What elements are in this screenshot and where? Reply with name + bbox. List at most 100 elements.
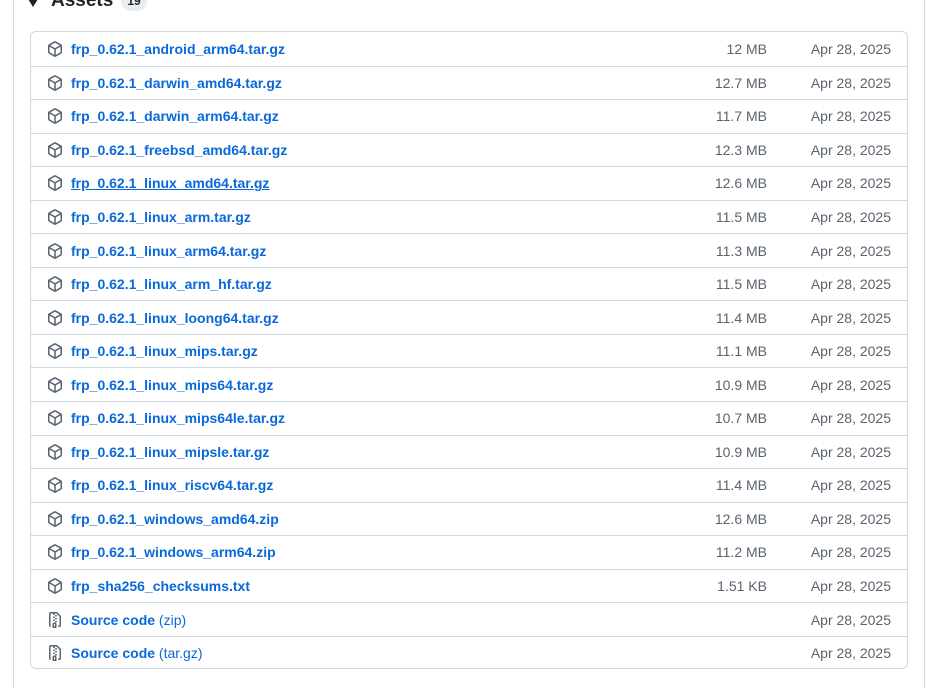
asset-row: Source code (zip) Apr 28, 2025 xyxy=(31,602,907,636)
package-icon xyxy=(47,142,63,158)
asset-name: frp_0.62.1_android_arm64.tar.gz xyxy=(71,40,285,57)
asset-date: Apr 28, 2025 xyxy=(810,343,891,360)
asset-name: frp_0.62.1_windows_arm64.zip xyxy=(71,544,276,561)
asset-size: 11.2 MB xyxy=(715,544,767,561)
asset-size: 12.6 MB xyxy=(714,510,767,527)
asset-date: Apr 28, 2025 xyxy=(810,645,891,662)
asset-date: Apr 28, 2025 xyxy=(810,108,891,125)
assets-header[interactable]: Assets 19 xyxy=(28,0,147,14)
asset-name: frp_0.62.1_windows_amd64.zip xyxy=(71,510,279,527)
package-icon xyxy=(47,544,63,561)
asset-name: Source code xyxy=(71,645,156,662)
package-icon xyxy=(47,74,63,91)
asset-size: 11.3 MB xyxy=(715,242,767,259)
asset-row: frp_0.62.1_android_arm64.tar.gz 12 MB Apr … xyxy=(31,32,907,66)
asset-size: 10.9 MB xyxy=(714,376,767,393)
asset-date: Apr 28, 2025 xyxy=(810,477,891,494)
asset-link[interactable]: frp_0.62.1_linux_mips.tar.gz xyxy=(71,343,258,359)
package-icon xyxy=(47,477,63,494)
asset-date: Apr 28, 2025 xyxy=(810,410,891,427)
asset-name: frp_0.62.1_linux_loong64.tar.gz xyxy=(71,309,279,326)
asset-size: 11.4 MB xyxy=(715,477,767,494)
asset-row: frp_0.62.1_linux_amd64.tar.gz 12.6 MB Apr … xyxy=(31,166,907,200)
asset-link[interactable]: frp_0.62.1_android_arm64.tar.gz xyxy=(71,41,285,57)
asset-date: Apr 28, 2025 xyxy=(810,544,891,561)
package-icon xyxy=(47,343,63,360)
asset-size: 10.7 MB xyxy=(714,410,767,427)
package-icon xyxy=(47,242,63,259)
asset-row: frp_0.62.1_linux_arm.tar.gz 11.5 MB Apr 28… xyxy=(31,199,907,234)
asset-link[interactable]: frp_0.62.1_linux_mips64le.tar.gz xyxy=(71,410,285,426)
asset-row: frp_0.62.1_windows_amd64.zip 12.6 MB Apr 2… xyxy=(31,501,907,536)
asset-row: frp_0.62.1_linux_mipsle.tar.gz 10.9 MB Apr… xyxy=(31,434,907,469)
asset-date: Apr 28, 2025 xyxy=(810,578,891,595)
asset-name: frp_0.62.1_darwin_arm64.tar.gz xyxy=(71,108,279,125)
package-icon xyxy=(47,108,63,125)
asset-date: Apr 28, 2025 xyxy=(810,443,891,460)
asset-date: Apr 28, 2025 xyxy=(810,611,891,628)
asset-link[interactable]: frp_0.62.1_linux_arm64.tar.gz xyxy=(71,243,266,259)
asset-link[interactable]: frp_0.62.1_linux_amd64.tar.gz xyxy=(71,175,269,191)
asset-name: frp_0.62.1_darwin_amd64.tar.gz xyxy=(71,74,282,91)
asset-size: 11.7 MB xyxy=(715,108,767,125)
asset-row: frp_0.62.1_darwin_arm64.tar.gz 11.7 MB Apr… xyxy=(31,99,907,133)
asset-name: frp_sha256_checksums.txt xyxy=(71,578,250,595)
asset-name: frp_0.62.1_linux_arm_hf.tar.gz xyxy=(71,276,272,293)
asset-format: (tar.gz) xyxy=(155,645,203,662)
caret-down-icon[interactable] xyxy=(28,0,38,7)
asset-size: 12 MB xyxy=(726,40,767,57)
asset-link[interactable]: frp_0.62.1_linux_mipsle.tar.gz xyxy=(71,444,269,460)
asset-link[interactable]: frp_0.62.1_linux_arm.tar.gz xyxy=(71,209,251,225)
asset-date: Apr 28, 2025 xyxy=(810,276,891,293)
asset-date: Apr 28, 2025 xyxy=(810,510,891,527)
asset-date: Apr 28, 2025 xyxy=(810,40,891,57)
asset-name: frp_0.62.1_linux_arm.tar.gz xyxy=(71,209,251,225)
asset-format: (zip) xyxy=(155,611,187,628)
asset-link[interactable]: frp_0.62.1_linux_mips64.tar.gz xyxy=(71,377,273,393)
asset-name: Source code xyxy=(71,611,156,628)
file-zip-icon xyxy=(47,611,63,628)
asset-size: 11.1 MB xyxy=(715,343,767,360)
assets-count-badge: 19 xyxy=(121,0,147,11)
asset-link[interactable]: frp_0.62.1_linux_arm_hf.tar.gz xyxy=(71,276,272,292)
asset-date: Apr 28, 2025 xyxy=(810,141,891,158)
package-icon xyxy=(47,410,63,427)
asset-name: frp_0.62.1_freebsd_amd64.tar.gz xyxy=(71,141,288,158)
asset-row: frp_0.62.1_freebsd_amd64.tar.gz 12.3 MB Ap… xyxy=(31,132,907,167)
asset-link[interactable]: frp_0.62.1_windows_arm64.zip xyxy=(71,544,276,560)
asset-row: frp_0.62.1_linux_mips64.tar.gz 10.9 MB Apr… xyxy=(31,367,907,401)
asset-size: 10.9 MB xyxy=(714,443,767,460)
package-icon xyxy=(47,376,63,393)
file-zip-icon xyxy=(47,645,63,662)
asset-link[interactable]: frp_0.62.1_linux_loong64.tar.gz xyxy=(71,310,279,326)
package-icon xyxy=(47,443,63,460)
asset-date: Apr 28, 2025 xyxy=(810,376,891,393)
asset-size: 1.51 KB xyxy=(717,578,767,595)
asset-date: Apr 28, 2025 xyxy=(810,209,891,225)
asset-date: Apr 28, 2025 xyxy=(810,242,891,259)
asset-row: frp_0.62.1_linux_arm64.tar.gz 11.3 MB Apr … xyxy=(31,233,907,267)
package-icon xyxy=(47,309,63,326)
asset-link[interactable]: frp_0.62.1_windows_amd64.zip xyxy=(71,511,279,527)
package-icon xyxy=(47,209,63,225)
asset-size: 11.4 MB xyxy=(715,309,767,326)
asset-link[interactable]: frp_0.62.1_linux_riscv64.tar.gz xyxy=(71,477,273,493)
asset-link[interactable]: frp_0.62.1_darwin_amd64.tar.gz xyxy=(71,75,282,91)
asset-row: frp_0.62.1_linux_mips.tar.gz 11.1 MB Apr 2… xyxy=(31,333,907,368)
asset-row: frp_0.62.1_linux_riscv64.tar.gz 11.4 MB Ap… xyxy=(31,468,907,502)
asset-date: Apr 28, 2025 xyxy=(810,175,891,192)
asset-name: frp_0.62.1_linux_mips64le.tar.gz xyxy=(71,410,285,427)
asset-link[interactable]: frp_0.62.1_freebsd_amd64.tar.gz xyxy=(71,142,287,158)
package-icon xyxy=(47,276,63,292)
asset-link[interactable]: frp_sha256_checksums.txt xyxy=(71,578,250,594)
asset-date: Apr 28, 2025 xyxy=(810,309,891,326)
asset-size: 12.3 MB xyxy=(714,141,767,158)
asset-size: 11.5 MB xyxy=(715,276,767,293)
package-icon xyxy=(47,40,63,57)
assets-title: Assets xyxy=(51,0,114,11)
asset-row: frp_0.62.1_linux_mips64le.tar.gz 10.7 MB A… xyxy=(31,401,907,435)
asset-link[interactable]: frp_0.62.1_darwin_arm64.tar.gz xyxy=(71,108,279,124)
asset-link[interactable]: Source code (zip) xyxy=(71,612,186,628)
asset-name: frp_0.62.1_linux_mips.tar.gz xyxy=(71,343,258,360)
asset-link[interactable]: Source code (tar.gz) xyxy=(71,645,203,661)
